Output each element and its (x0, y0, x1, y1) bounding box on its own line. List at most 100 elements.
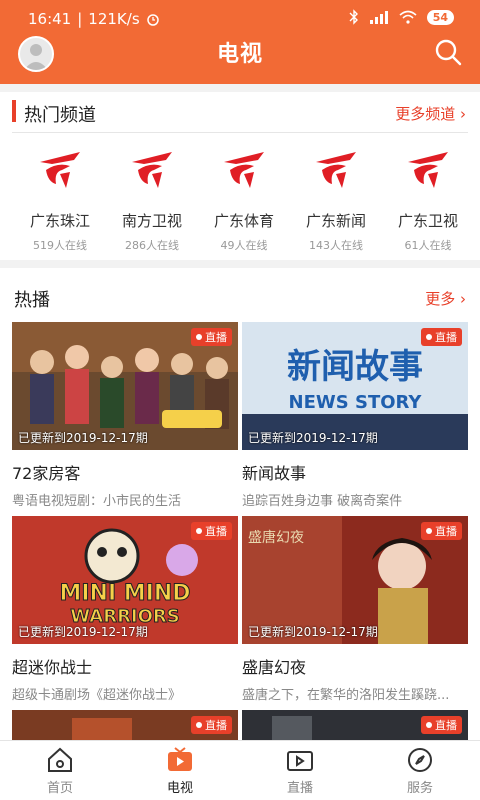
more-channels-label: 更多频道 (395, 105, 456, 123)
live-badge-label: 直播 (435, 719, 457, 732)
program-card[interactable]: 直播 已更新到2019-12-17期 72家房客 粤语电视短剧：小市民的生活 (12, 322, 238, 509)
home-icon (48, 747, 72, 772)
more-channels-link[interactable]: 更多频道 › (395, 103, 466, 124)
channel-item[interactable]: 广东卫视 61人在线 (382, 148, 474, 253)
app-header: 16:41 | 121K/s 54 电视 (0, 0, 480, 84)
live-badge: 直播 (191, 522, 232, 540)
hot-play-title: 热播 (14, 290, 50, 311)
bluetooth-icon (349, 9, 358, 25)
live-video-icon (287, 751, 313, 771)
tab-home-label: 首页 (46, 781, 73, 796)
live-badge: 直播 (421, 328, 462, 346)
thumbnail-title-text: MINI MIND (59, 581, 190, 606)
program-thumbnail: 新闻故事 NEWS STORY 直播 已更新到2019-12-17期 (242, 322, 468, 450)
tab-tv[interactable]: 电视 (120, 741, 240, 800)
program-title: 盛唐幻夜 (242, 658, 307, 677)
update-info: 已更新到2019-12-17期 (18, 625, 148, 639)
channel-logo-icon (132, 152, 172, 188)
program-description: 粤语电视短剧：小市民的生活 (12, 494, 182, 509)
program-title: 新闻故事 (242, 464, 307, 483)
live-badge-label: 直播 (435, 525, 457, 538)
program-thumbnail: 直播 已更新到2019-12-17期 (12, 322, 238, 450)
live-badge: 直播 (421, 716, 462, 734)
hot-play-header: 热播 更多 › (0, 268, 480, 318)
live-badge: 直播 (191, 328, 232, 346)
page-title: 电视 (216, 42, 263, 67)
status-separator: | (77, 10, 83, 28)
program-card[interactable]: 直播 (12, 710, 238, 740)
channel-online-count: 286人在线 (125, 239, 179, 252)
thumbnail-subtitle-text: NEWS STORY (289, 392, 423, 413)
channel-logo-icon (40, 152, 80, 188)
tab-service[interactable]: 服务 (360, 741, 480, 800)
channel-logo-icon (224, 152, 264, 188)
program-card[interactable]: 新闻故事 NEWS STORY 直播 已更新到2019-12-17期 新闻故事 … (242, 322, 468, 509)
channel-item[interactable]: 广东珠江 519人在线 (14, 148, 106, 253)
tab-live[interactable]: 直播 (240, 741, 360, 800)
program-thumbnail: MINI MIND WARRIORS 直播 已更新到2019-12-17期 (12, 516, 238, 644)
channel-item[interactable]: 广东体育 49人在线 (198, 148, 290, 253)
tv-play-icon (168, 747, 192, 771)
status-speed: 121K/s (88, 10, 140, 28)
channel-online-count: 519人在线 (33, 239, 87, 252)
live-badge-label: 直播 (205, 331, 227, 344)
channel-online-count: 49人在线 (220, 239, 268, 252)
live-badge: 直播 (191, 716, 232, 734)
program-title: 超迷你战士 (12, 658, 93, 677)
battery-indicator: 54 (426, 9, 454, 25)
program-thumbnail: 盛唐幻夜 直播 已更新到2019-12-17期 (242, 516, 468, 644)
tab-service-label: 服务 (406, 781, 433, 796)
channel-name: 广东卫视 (397, 212, 458, 230)
channel-name: 广东珠江 (29, 212, 90, 230)
channel-name: 南方卫视 (121, 212, 182, 230)
channel-item[interactable]: 南方卫视 286人在线 (106, 148, 198, 253)
channel-item[interactable]: 广东新闻 143人在线 (290, 148, 382, 253)
alarm-icon (146, 14, 159, 26)
tab-home[interactable]: 首页 (0, 741, 120, 800)
program-card[interactable]: 盛唐幻夜 直播 已更新到2019-12-17期 盛唐幻夜 盛唐之下，在繁华的洛阳… (242, 516, 468, 703)
channel-logo-icon (408, 152, 448, 188)
live-dot-icon (426, 334, 432, 340)
search-icon[interactable] (434, 38, 462, 66)
update-info: 已更新到2019-12-17期 (248, 431, 378, 445)
live-dot-icon (196, 334, 202, 340)
channel-online-count: 61人在线 (404, 239, 452, 252)
hot-channels-header: 热门频道 更多频道 › (0, 92, 480, 132)
more-hot-link[interactable]: 更多 › (425, 288, 466, 309)
channel-name: 广东新闻 (305, 212, 366, 230)
section-accent-bar (12, 100, 16, 122)
live-dot-icon (426, 528, 432, 534)
live-dot-icon (426, 722, 432, 728)
update-info: 已更新到2019-12-17期 (18, 431, 148, 445)
program-card[interactable]: MINI MIND WARRIORS 直播 已更新到2019-12-17期 超迷… (12, 516, 238, 703)
live-dot-icon (196, 722, 202, 728)
program-description: 超级卡通剧场《超迷你战士》 (12, 688, 182, 703)
divider (12, 132, 468, 133)
status-time: 16:41 (28, 10, 72, 28)
program-title: 72家房客 (12, 464, 81, 483)
program-card[interactable]: 直播 (242, 710, 468, 740)
hot-play-section: 热播 更多 › 直播 已更新到2019-12-17期 72家房客 粤语电视短剧：… (0, 268, 480, 740)
compass-icon (408, 748, 432, 772)
thumbnail-title-text: 新闻故事 (287, 347, 423, 387)
chevron-right-icon: › (460, 290, 466, 308)
channel-online-count: 143人在线 (309, 239, 363, 252)
update-info: 已更新到2019-12-17期 (248, 625, 378, 639)
live-badge-label: 直播 (205, 525, 227, 538)
wifi-icon (399, 10, 417, 24)
tab-tv-label: 电视 (166, 781, 193, 796)
program-description: 盛唐之下，在繁华的洛阳发生蹊跷... (242, 688, 450, 703)
tab-live-label: 直播 (286, 781, 313, 796)
program-thumbnail: 直播 (242, 710, 468, 740)
bottom-tab-bar: 首页 电视 直播 服务 (0, 740, 480, 800)
status-bar: 16:41 | 121K/s 54 (0, 0, 480, 38)
channel-logo-icon (316, 152, 356, 188)
channel-list: 广东珠江 519人在线 南方卫视 286人在线 广东体育 49人在线 广东新闻 … (0, 148, 480, 253)
hot-channels-section: 热门频道 更多频道 › 广东珠江 519人在线 南方卫视 286人在线 广东体育… (0, 92, 480, 260)
signal-icon (369, 11, 388, 24)
live-badge: 直播 (421, 522, 462, 540)
live-dot-icon (196, 528, 202, 534)
chevron-right-icon: › (460, 105, 466, 123)
program-thumbnail: 直播 (12, 710, 238, 740)
more-hot-label: 更多 (425, 290, 456, 308)
